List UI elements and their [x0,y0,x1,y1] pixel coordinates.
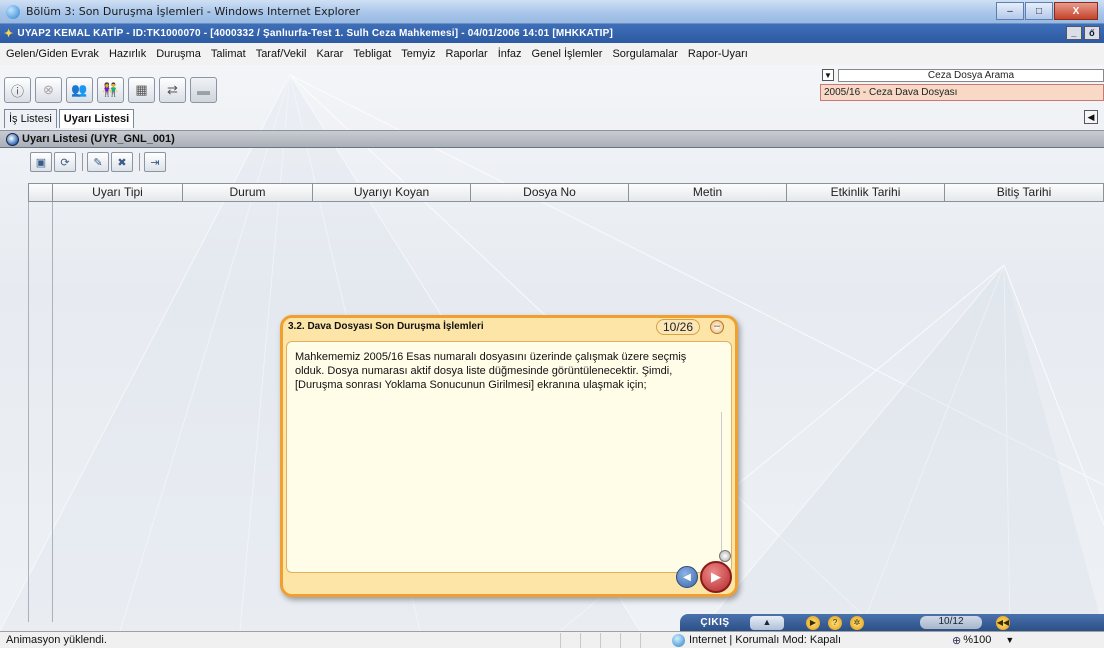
app-titlebar: ✦ UYAP2 KEMAL KATİP - ID:TK1000070 - [40… [0,24,1104,43]
settings-icon[interactable]: ✲ [850,615,864,630]
app-title: UYAP2 KEMAL KATİP - ID:TK1000070 - [4000… [17,28,614,39]
next-step-button[interactable]: ▶ [700,561,732,593]
close-button[interactable]: X [1054,2,1098,20]
chat-icon[interactable]: ▬ [190,77,217,103]
table-header: Uyarı Tipi Durum Uyarıyı Koyan Dosya No … [28,183,1104,202]
menu-infaz[interactable]: İnfaz [498,48,522,60]
column-header-durum[interactable]: Durum [183,183,313,202]
menu-durusma[interactable]: Duruşma [156,48,201,60]
menu-temyiz[interactable]: Temyiz [401,48,435,60]
cancel-icon[interactable]: ⊗ [35,77,62,103]
menu-raporlar[interactable]: Raporlar [446,48,488,60]
tab-bar: İş Listesi Uyarı Listesi ◀ [0,107,1104,128]
column-header-bitis-tarihi[interactable]: Bitiş Tarihi [945,183,1104,202]
transfer-icon[interactable]: ⇄ [159,77,186,103]
status-text: Animasyon yüklendi. [6,634,107,646]
play-icon[interactable]: ▶ [806,615,820,630]
case-search-panel: ▼ Ceza Dosya Arama 2005/16 - Ceza Dava D… [820,68,1104,101]
menu-taraf-vekil[interactable]: Taraf/Vekil [256,48,307,60]
menu-genel-islemler[interactable]: Genel İşlemler [532,48,603,60]
column-header-uyariyi-koyan[interactable]: Uyarıyı Koyan [313,183,471,202]
tab-is-listesi[interactable]: İş Listesi [4,109,57,128]
popup-minimize-icon[interactable]: – [710,320,724,334]
popup-scrollbar[interactable] [719,412,731,562]
menu-karar[interactable]: Karar [316,48,343,60]
column-header-metin[interactable]: Metin [629,183,787,202]
column-header-uyari-tipi[interactable]: Uyarı Tipi [53,183,183,202]
tutorial-popup: 3.2. Dava Dosyası Son Duruşma İşlemleri … [280,315,738,597]
popup-nav: ◀ ▶ [676,561,732,593]
zoom-level: %100 [963,634,992,646]
menu-hazirlik[interactable]: Hazırlık [109,48,146,60]
popup-body: Mahkememiz 2005/16 Esas numaralı dosyası… [286,341,732,573]
status-cell [560,632,580,648]
previous-step-button[interactable]: ◀ [676,566,698,588]
zoom-dropdown-icon[interactable]: ▼ [1005,635,1014,645]
panel-header: Uyarı Listesi (UYR_GNL_001) [0,130,1104,148]
minimize-button[interactable]: – [996,2,1024,20]
status-cell [580,632,600,648]
calculator-icon[interactable]: ▦ [128,77,155,103]
player-page-counter: 10/12 [920,616,982,629]
menu-bar: Gelen/Giden Evrak Hazırlık Duruşma Talim… [0,43,1104,65]
status-bar: Animasyon yüklendi. Internet | Korumalı … [0,631,1104,648]
delete-icon[interactable]: ✖ [111,152,133,172]
toolbar-divider [139,153,140,171]
zoom-control[interactable]: ⊕ %100 [952,634,991,647]
tab-scroll-left-icon[interactable]: ◀ [1084,110,1098,124]
browser-title: Bölüm 3: Son Duruşma İşlemleri - Windows… [26,5,360,18]
info-icon[interactable]: ⓘ [4,77,31,103]
select-all-icon[interactable]: ▣ [30,152,52,172]
uyap-logo-icon: ✦ [4,28,14,40]
menu-gelen-giden-evrak[interactable]: Gelen/Giden Evrak [6,48,99,60]
menu-tebligat[interactable]: Tebligat [353,48,391,60]
player-bar: ÇIKIŞ ▲ ▶ ? ✲ 10/12 ◀◀ [680,614,1104,631]
rewind-icon[interactable]: ◀◀ [996,615,1010,630]
active-case-button[interactable]: 2005/16 - Ceza Dava Dosyası [820,84,1104,101]
status-cell [600,632,620,648]
maximize-button[interactable]: □ [1025,2,1053,20]
security-zone[interactable]: Internet | Korumalı Mod: Kapalı [672,633,932,647]
status-cell [620,632,640,648]
toolbar-divider [82,153,83,171]
tab-uyari-listesi[interactable]: Uyarı Listesi [58,109,135,128]
export-icon[interactable]: ⇥ [144,152,166,172]
menu-sorgulamalar[interactable]: Sorgulamalar [612,48,677,60]
popup-text: Mahkememiz 2005/16 Esas numaralı dosyası… [295,351,687,391]
list-toolbar: ▣ ⟳ ✎ ✖ ⇥ [30,152,168,172]
table-corner [28,183,53,202]
users-icon[interactable]: 👥 [66,77,93,103]
column-header-dosya-no[interactable]: Dosya No [471,183,629,202]
security-zone-text: Internet | Korumalı Mod: Kapalı [689,634,842,646]
magnifier-icon: ⊕ [952,634,962,647]
menu-rapor-uyari[interactable]: Rapor-Uyarı [688,48,748,60]
menu-talimat[interactable]: Talimat [211,48,246,60]
case-search-input[interactable]: Ceza Dosya Arama [838,68,1104,82]
exit-button[interactable]: ÇIKIŞ [680,617,750,628]
internet-explorer-icon [6,4,20,19]
globe-icon [672,633,685,647]
popup-step-counter: 10/26 [656,319,700,335]
refresh-icon[interactable]: ⟳ [54,152,76,172]
edit-icon[interactable]: ✎ [87,152,109,172]
row-selector-column [28,202,53,622]
browser-titlebar: Bölüm 3: Son Duruşma İşlemleri - Windows… [0,0,1104,24]
main-toolbar: ⓘ ⊗ 👥 👫 ▦ ⇄ ▬ [4,77,221,103]
popup-title: 3.2. Dava Dosyası Son Duruşma İşlemleri [288,321,484,332]
people-icon[interactable]: 👫 [97,77,124,103]
workspace: ⓘ ⊗ 👥 👫 ▦ ⇄ ▬ ▼ Ceza Dosya Arama 2005/16… [0,65,1104,631]
app-restore-button[interactable]: ő [1084,26,1100,40]
app-minimize-button[interactable]: _ [1066,26,1082,40]
help-icon[interactable]: ? [828,615,842,630]
panel-icon [6,132,19,146]
chevron-up-icon[interactable]: ▲ [750,615,784,630]
chevron-down-icon[interactable]: ▼ [822,69,834,81]
column-header-etkinlik-tarihi[interactable]: Etkinlik Tarihi [787,183,945,202]
panel-title: Uyarı Listesi (UYR_GNL_001) [22,133,175,145]
status-cell [640,632,660,648]
